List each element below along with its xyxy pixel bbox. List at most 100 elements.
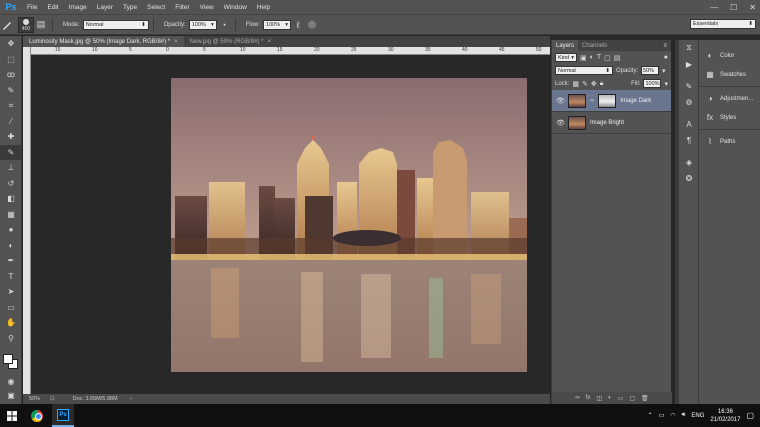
lock-pixels-icon[interactable]: ✎ bbox=[582, 80, 588, 88]
workspace-select[interactable]: Essentials ⬍ bbox=[690, 19, 756, 29]
paragraph-icon[interactable]: ¶ bbox=[679, 132, 699, 148]
menu-select[interactable]: Select bbox=[142, 4, 170, 11]
new-group-icon[interactable]: ▭ bbox=[618, 395, 624, 402]
stamp-icon[interactable]: ⊥ bbox=[0, 160, 22, 176]
taskbar-photoshop[interactable]: Ps bbox=[52, 404, 74, 427]
healing-icon[interactable]: ✚ bbox=[0, 129, 22, 145]
link-icon[interactable]: ∞ bbox=[590, 98, 594, 104]
panel-swatches[interactable]: ▦ Swatches bbox=[699, 65, 760, 84]
brush-presets-icon[interactable]: ✎ bbox=[679, 78, 699, 94]
maximize-button[interactable]: ☐ bbox=[730, 3, 737, 12]
panel-color[interactable]: ◐ Color bbox=[699, 46, 760, 65]
close-icon[interactable]: × bbox=[174, 39, 178, 45]
character-icon[interactable]: A bbox=[679, 116, 699, 132]
filter-toggle-icon[interactable]: ● bbox=[664, 54, 668, 61]
close-icon[interactable]: × bbox=[267, 39, 271, 45]
hand-icon[interactable]: ✋ bbox=[0, 315, 22, 331]
brush-preset-icon[interactable] bbox=[0, 18, 14, 32]
history-icon[interactable]: ⧖ bbox=[679, 40, 699, 56]
layer-row-image-dark[interactable]: 👁︎ ∞ Image Dark bbox=[552, 90, 671, 112]
eyedropper-icon[interactable]: ⁄ bbox=[0, 114, 22, 130]
panel-styles[interactable]: fx Styles bbox=[699, 108, 760, 127]
eraser-icon[interactable]: ◧ bbox=[0, 191, 22, 207]
info-icon[interactable]: ⊡ bbox=[50, 396, 55, 402]
wifi-icon[interactable]: ◠ bbox=[670, 412, 675, 419]
layer-name[interactable]: Image Dark bbox=[620, 98, 651, 104]
layers-icon[interactable]: ◈ bbox=[679, 154, 699, 170]
brush-icon[interactable]: ✎ bbox=[0, 144, 22, 160]
mode-select[interactable]: Normal ⬍ bbox=[82, 19, 149, 30]
layer-row-image-bright[interactable]: 👁︎ Image Bright bbox=[552, 112, 671, 134]
new-layer-icon[interactable]: ▢ bbox=[629, 395, 635, 402]
lock-transparency-icon[interactable]: ▦ bbox=[572, 80, 579, 88]
move-icon[interactable]: ✥ bbox=[0, 36, 22, 52]
flow-field[interactable]: 100% ▾ bbox=[263, 19, 292, 30]
start-button[interactable] bbox=[0, 404, 24, 427]
minimize-button[interactable]: — bbox=[710, 3, 718, 12]
lock-all-icon[interactable]: 🔒︎ bbox=[600, 80, 604, 88]
zoom-level[interactable]: 50% bbox=[29, 396, 40, 402]
chevron-up-icon[interactable]: ⌃ bbox=[648, 412, 653, 419]
menu-help[interactable]: Help bbox=[252, 4, 275, 11]
doc-tab-luminosity-mask[interactable]: Luminosity Mask.jpg @ 50% (Image Dark, R… bbox=[23, 36, 184, 47]
doc-tab-new[interactable]: New.jpg @ 50% (RGB/8#) * × bbox=[184, 36, 277, 47]
filter-pixel-icon[interactable]: ▣ bbox=[580, 54, 587, 62]
type-icon[interactable]: T bbox=[0, 269, 22, 285]
dodge-icon[interactable]: ◐ bbox=[0, 238, 22, 254]
path-select-icon[interactable]: ➤ bbox=[0, 284, 22, 300]
gradient-icon[interactable]: ▦ bbox=[0, 207, 22, 223]
menu-window[interactable]: Window bbox=[219, 4, 252, 11]
chevron-right-icon[interactable]: › bbox=[130, 396, 132, 402]
lock-position-icon[interactable]: ✥ bbox=[591, 80, 597, 88]
crop-icon[interactable]: ⌗ bbox=[0, 98, 22, 114]
chevron-down-icon[interactable]: ▾ bbox=[662, 67, 666, 75]
volume-icon[interactable]: 🔊︎ bbox=[682, 412, 686, 419]
menu-edit[interactable]: Edit bbox=[42, 4, 63, 11]
taskbar-chrome[interactable] bbox=[26, 404, 48, 427]
chevron-down-icon[interactable]: ▾ bbox=[664, 80, 668, 88]
menu-filter[interactable]: Filter bbox=[170, 4, 194, 11]
panel-menu-icon[interactable]: ≡ bbox=[663, 43, 667, 49]
clock[interactable]: 16:36 21/02/2017 bbox=[710, 408, 740, 424]
pressure-opacity-icon[interactable]: ◔ bbox=[217, 18, 231, 32]
rectangle-icon[interactable]: ▭ bbox=[0, 300, 22, 316]
layer-name[interactable]: Image Bright bbox=[590, 120, 624, 126]
filter-type-icon[interactable]: T bbox=[597, 54, 601, 61]
color-swatches[interactable] bbox=[3, 354, 19, 370]
layer-mask-thumbnail[interactable] bbox=[598, 93, 617, 108]
canvas-area[interactable] bbox=[31, 55, 550, 394]
marquee-icon[interactable]: ⬚ bbox=[0, 52, 22, 68]
fill-field[interactable]: 100% bbox=[643, 79, 662, 88]
document-image[interactable] bbox=[171, 78, 527, 372]
layer-thumbnail[interactable] bbox=[568, 93, 586, 108]
add-mask-icon[interactable]: ◫ bbox=[596, 395, 602, 402]
link-layers-icon[interactable]: ∞ bbox=[575, 395, 579, 401]
menu-view[interactable]: View bbox=[195, 4, 219, 11]
pen-icon[interactable]: ✒ bbox=[0, 253, 22, 269]
channels-icon[interactable]: ❂ bbox=[679, 170, 699, 186]
filter-smart-object-icon[interactable]: ▤ bbox=[614, 54, 621, 62]
airbrush-icon[interactable]: ℓ bbox=[291, 18, 305, 32]
foreground-color-swatch[interactable] bbox=[3, 354, 13, 364]
menu-file[interactable]: File bbox=[22, 4, 42, 11]
menu-layer[interactable]: Layer bbox=[92, 4, 118, 11]
properties-icon[interactable]: ⚙ bbox=[679, 94, 699, 110]
brush-size-picker[interactable]: 400 bbox=[18, 16, 34, 33]
quick-select-icon[interactable]: ✎ bbox=[0, 83, 22, 99]
pressure-size-icon[interactable]: ◎ bbox=[305, 18, 319, 32]
notifications-icon[interactable]: ▢ bbox=[746, 411, 754, 420]
panel-paths[interactable]: ⌇ Paths bbox=[699, 132, 760, 151]
layer-opacity-field[interactable]: 50% bbox=[641, 66, 660, 75]
fx-icon[interactable]: fx bbox=[586, 395, 591, 401]
lasso-icon[interactable]: ꝏ bbox=[0, 67, 22, 83]
tab-layers[interactable]: Layers bbox=[552, 40, 579, 51]
eye-icon[interactable]: 👁︎ bbox=[556, 119, 565, 127]
actions-icon[interactable]: ▶ bbox=[679, 56, 699, 72]
filter-adjustment-icon[interactable]: ◐ bbox=[590, 54, 594, 61]
filter-shape-icon[interactable]: ▢ bbox=[604, 54, 611, 62]
tab-channels[interactable]: Channels bbox=[578, 40, 611, 51]
history-brush-icon[interactable]: ↺ bbox=[0, 176, 22, 192]
kind-filter-select[interactable]: Kind ▾ bbox=[555, 53, 577, 62]
layer-thumbnail[interactable] bbox=[568, 115, 586, 130]
language-indicator[interactable]: ENG bbox=[691, 413, 704, 419]
